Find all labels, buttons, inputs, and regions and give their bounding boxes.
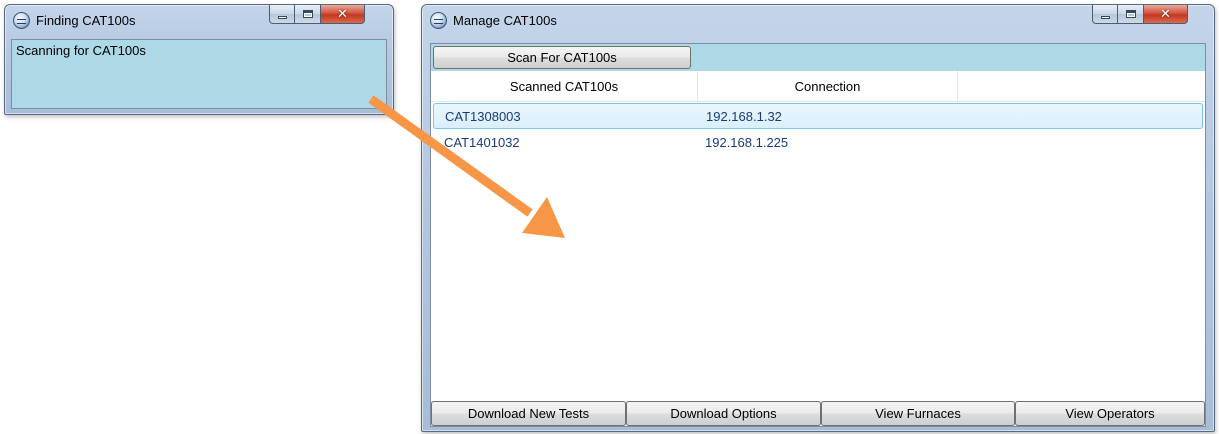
manage-window-title: Manage CAT100s [453,12,557,28]
app-icon [430,11,447,29]
scan-toolbar: Scan For CAT100s [431,44,1205,71]
action-button-bar: Download New Tests Download Options View… [431,401,1205,426]
finding-window-controls: ✕ [269,5,365,24]
cat100-name-cell: CAT1401032 [444,135,520,150]
scan-for-cat100s-button[interactable]: Scan For CAT100s [433,46,691,69]
minimize-icon [1100,15,1110,19]
close-button[interactable]: ✕ [1144,5,1188,24]
cat100-name-cell: CAT1308003 [445,108,521,124]
finding-cat100s-window: Finding CAT100s ✕ Scanning for CAT100s [4,4,394,115]
minimize-button[interactable] [1092,5,1118,24]
finding-window-title: Finding CAT100s [36,12,136,28]
minimize-icon [277,15,287,19]
close-button[interactable]: ✕ [321,5,365,24]
manage-window-controls: ✕ [1092,5,1188,24]
maximize-icon [1125,10,1136,18]
scanning-status-panel: Scanning for CAT100s [11,39,387,109]
view-operators-button[interactable]: View Operators [1015,401,1205,426]
maximize-button[interactable] [1118,5,1144,24]
download-options-button[interactable]: Download Options [626,401,821,426]
column-header-scanned-cat100s[interactable]: Scanned CAT100s [431,71,698,102]
maximize-icon [302,10,313,18]
minimize-button[interactable] [269,5,295,24]
manage-window-client: Scan For CAT100s Scanned CAT100s Connect… [430,43,1206,427]
column-header-connection[interactable]: Connection [698,71,958,102]
list-row-selected[interactable]: CAT1308003 192.168.1.32 [433,103,1203,129]
list-row[interactable]: CAT1401032 192.168.1.225 [431,129,1205,156]
list-header: Scanned CAT100s Connection [431,71,1205,102]
list-rows: CAT1308003 192.168.1.32 CAT1401032 192.1… [431,102,1205,156]
close-icon: ✕ [337,6,348,22]
connection-cell: 192.168.1.225 [705,135,789,150]
cat100s-list-view[interactable]: Scanned CAT100s Connection CAT1308003 19… [431,71,1205,401]
connection-cell: 192.168.1.32 [706,108,782,124]
manage-cat100s-window: Manage CAT100s ✕ Scan For CAT100s Scanne… [421,4,1215,432]
scanning-status-text: Scanning for CAT100s [16,43,146,58]
column-header-blank[interactable] [958,71,1205,102]
view-furnaces-button[interactable]: View Furnaces [821,401,1015,426]
maximize-button[interactable] [295,5,321,24]
download-new-tests-button[interactable]: Download New Tests [431,401,626,426]
close-icon: ✕ [1160,6,1171,22]
app-icon [13,11,30,29]
